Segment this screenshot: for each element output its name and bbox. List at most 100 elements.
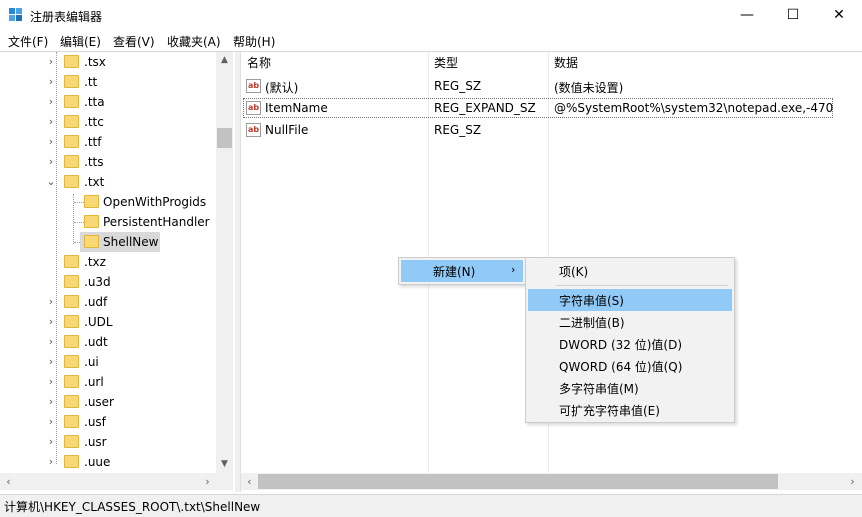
submenu-arrow-icon: › bbox=[511, 263, 516, 276]
chevron-right-icon[interactable]: › bbox=[46, 415, 56, 429]
minimize-button[interactable]: — bbox=[724, 0, 770, 30]
submenu-item-qword-value[interactable]: QWORD (64 位)值(Q) bbox=[528, 355, 732, 377]
tree-item-selected[interactable]: ShellNew bbox=[0, 232, 216, 252]
submenu-item-key[interactable]: 项(K) bbox=[528, 260, 732, 282]
tree-item[interactable]: .txz bbox=[0, 252, 216, 272]
chevron-right-icon[interactable]: › bbox=[46, 55, 56, 69]
scroll-left-icon[interactable]: ‹ bbox=[241, 473, 258, 490]
tree-item[interactable]: OpenWithProgids bbox=[0, 192, 216, 212]
tree-item[interactable]: › .tsx bbox=[0, 52, 216, 72]
tree-item[interactable]: › .uue bbox=[0, 452, 216, 472]
column-header-data[interactable]: 数据 bbox=[548, 52, 848, 74]
tree-item[interactable]: › .user bbox=[0, 392, 216, 412]
folder-icon bbox=[64, 55, 79, 68]
menu-item-new[interactable]: 新建(N) › bbox=[401, 260, 523, 282]
tree-item-label: .UDL bbox=[84, 315, 113, 329]
scroll-left-icon[interactable]: ‹ bbox=[0, 473, 17, 490]
submenu-item-expandable-string-value[interactable]: 可扩充字符串值(E) bbox=[528, 399, 732, 421]
submenu-item-label: 二进制值(B) bbox=[559, 316, 625, 330]
scroll-down-icon[interactable]: ▼ bbox=[216, 456, 233, 473]
menu-file[interactable]: 文件(F) bbox=[8, 33, 48, 50]
tree-item-label: .udf bbox=[84, 295, 108, 309]
chevron-right-icon[interactable]: › bbox=[46, 155, 56, 169]
submenu-item-label: DWORD (32 位)值(D) bbox=[559, 338, 682, 352]
tree-item[interactable]: › .tta bbox=[0, 92, 216, 112]
list-row[interactable]: ab (默认) REG_SZ (数值未设置) bbox=[241, 76, 862, 98]
tree-item[interactable]: › .tt bbox=[0, 72, 216, 92]
chevron-right-icon[interactable]: › bbox=[46, 295, 56, 309]
chevron-right-icon[interactable]: › bbox=[46, 375, 56, 389]
submenu-item-multi-string-value[interactable]: 多字符串值(M) bbox=[528, 377, 732, 399]
chevron-right-icon[interactable]: › bbox=[46, 395, 56, 409]
folder-icon bbox=[64, 455, 79, 468]
title-bar: 注册表编辑器 — ☐ ✕ bbox=[0, 0, 862, 30]
tree-item[interactable]: › .tts bbox=[0, 152, 216, 172]
list-row[interactable]: ab NullFile REG_SZ bbox=[241, 120, 862, 142]
tree-item-label: .ui bbox=[84, 355, 99, 369]
tree-item-label: .user bbox=[84, 395, 114, 409]
chevron-right-icon[interactable]: › bbox=[46, 75, 56, 89]
chevron-right-icon[interactable]: › bbox=[46, 95, 56, 109]
tree-item[interactable]: › .udt bbox=[0, 332, 216, 352]
folder-icon bbox=[64, 315, 79, 328]
tree-item[interactable]: › .ttf bbox=[0, 132, 216, 152]
tree-item[interactable]: › .UDL bbox=[0, 312, 216, 332]
value-type: REG_EXPAND_SZ bbox=[434, 101, 536, 115]
folder-icon bbox=[64, 395, 79, 408]
tree-item[interactable]: › .usr bbox=[0, 432, 216, 452]
list-row-focused[interactable]: ab ItemName REG_EXPAND_SZ @%SystemRoot%\… bbox=[241, 98, 862, 120]
key-tree[interactable]: › .tsx › .tt › .tta › .ttc › .ttf › .tts… bbox=[0, 52, 236, 492]
column-header-name[interactable]: 名称 bbox=[241, 52, 428, 74]
submenu-item-label: 字符串值(S) bbox=[559, 294, 624, 308]
folder-icon bbox=[64, 375, 79, 388]
tree-item[interactable]: .u3d bbox=[0, 272, 216, 292]
folder-icon bbox=[64, 75, 79, 88]
chevron-right-icon[interactable]: › bbox=[46, 355, 56, 369]
chevron-right-icon[interactable]: › bbox=[46, 435, 56, 449]
tree-item[interactable]: ⌄ .txt bbox=[0, 172, 216, 192]
tree-item[interactable]: › .ttc bbox=[0, 112, 216, 132]
close-button[interactable]: ✕ bbox=[816, 0, 862, 30]
menu-edit[interactable]: 编辑(E) bbox=[60, 33, 101, 50]
tree-item-label: .usr bbox=[84, 435, 107, 449]
menu-favorites[interactable]: 收藏夹(A) bbox=[167, 33, 221, 50]
tree-item[interactable]: › .ui bbox=[0, 352, 216, 372]
value-name: ItemName bbox=[265, 101, 328, 115]
value-name: (默认) bbox=[265, 81, 299, 95]
chevron-right-icon[interactable]: › bbox=[46, 115, 56, 129]
submenu-item-binary-value[interactable]: 二进制值(B) bbox=[528, 311, 732, 333]
list-horizontal-scrollbar[interactable]: ‹ › bbox=[241, 473, 862, 490]
column-header-type[interactable]: 类型 bbox=[428, 52, 548, 74]
tree-item-label: PersistentHandler bbox=[103, 215, 210, 229]
folder-icon bbox=[64, 295, 79, 308]
tree-item[interactable]: PersistentHandler bbox=[0, 212, 216, 232]
string-value-icon: ab bbox=[246, 101, 261, 115]
tree-horizontal-scrollbar[interactable]: ‹ › bbox=[0, 473, 233, 490]
chevron-right-icon[interactable]: › bbox=[46, 455, 56, 469]
scroll-right-icon[interactable]: › bbox=[844, 473, 861, 490]
chevron-right-icon[interactable]: › bbox=[46, 335, 56, 349]
tree-item[interactable]: › .usf bbox=[0, 412, 216, 432]
submenu-item-label: QWORD (64 位)值(Q) bbox=[559, 360, 683, 374]
submenu-item-label: 可扩充字符串值(E) bbox=[559, 404, 660, 418]
submenu-item-dword-value[interactable]: DWORD (32 位)值(D) bbox=[528, 333, 732, 355]
chevron-down-icon[interactable]: ⌄ bbox=[46, 175, 56, 189]
tree-item[interactable]: › .url bbox=[0, 372, 216, 392]
menu-item-label: 新建(N) bbox=[433, 265, 476, 279]
maximize-button[interactable]: ☐ bbox=[770, 0, 816, 30]
scrollbar-thumb[interactable] bbox=[217, 128, 232, 148]
chevron-right-icon[interactable]: › bbox=[46, 315, 56, 329]
submenu-item-string-value[interactable]: 字符串值(S) bbox=[528, 289, 732, 311]
status-bar: 计算机\HKEY_CLASSES_ROOT\.txt\ShellNew bbox=[0, 494, 862, 517]
tree-item[interactable]: › .udf bbox=[0, 292, 216, 312]
menu-help[interactable]: 帮助(H) bbox=[233, 33, 275, 50]
tree-item-label: ShellNew bbox=[103, 235, 159, 249]
folder-icon bbox=[64, 275, 79, 288]
tree-item-label: .url bbox=[84, 375, 104, 389]
chevron-right-icon[interactable]: › bbox=[46, 135, 56, 149]
menu-view[interactable]: 查看(V) bbox=[113, 33, 155, 50]
tree-vertical-scrollbar[interactable]: ▲ ▼ bbox=[216, 52, 233, 473]
scroll-up-icon[interactable]: ▲ bbox=[216, 52, 233, 69]
scrollbar-thumb[interactable] bbox=[258, 474, 778, 489]
scroll-right-icon[interactable]: › bbox=[199, 473, 216, 490]
